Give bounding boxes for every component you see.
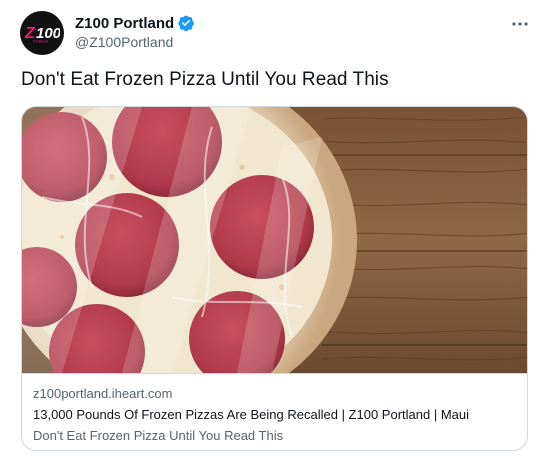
card-title: 13,000 Pounds Of Frozen Pizzas Are Being…	[33, 407, 469, 422]
handle[interactable]: @Z100Portland	[75, 34, 195, 50]
verified-badge-icon	[177, 14, 195, 32]
card-domain: z100portland.iheart.com	[33, 386, 173, 401]
display-name[interactable]: Z100 Portland	[75, 15, 174, 32]
avatar[interactable]: Z 100 Portland	[20, 11, 64, 55]
link-card[interactable]: z100portland.iheart.com 13,000 Pounds Of…	[21, 106, 528, 451]
card-image[interactable]	[22, 107, 528, 373]
author-block: Z100 Portland @Z100Portland	[75, 13, 195, 50]
tweet-text: Don't Eat Frozen Pizza Until You Read Th…	[21, 69, 389, 90]
tweet: Z 100 Portland Z100 Portland @Z100Portla…	[0, 0, 545, 462]
more-options-icon[interactable]	[508, 15, 532, 33]
card-info: z100portland.iheart.com 13,000 Pounds Of…	[22, 373, 527, 450]
z100-logo: Z 100 Portland	[24, 25, 60, 44]
svg-text:Portland: Portland	[33, 39, 48, 44]
card-description: Don't Eat Frozen Pizza Until You Read Th…	[33, 428, 284, 443]
